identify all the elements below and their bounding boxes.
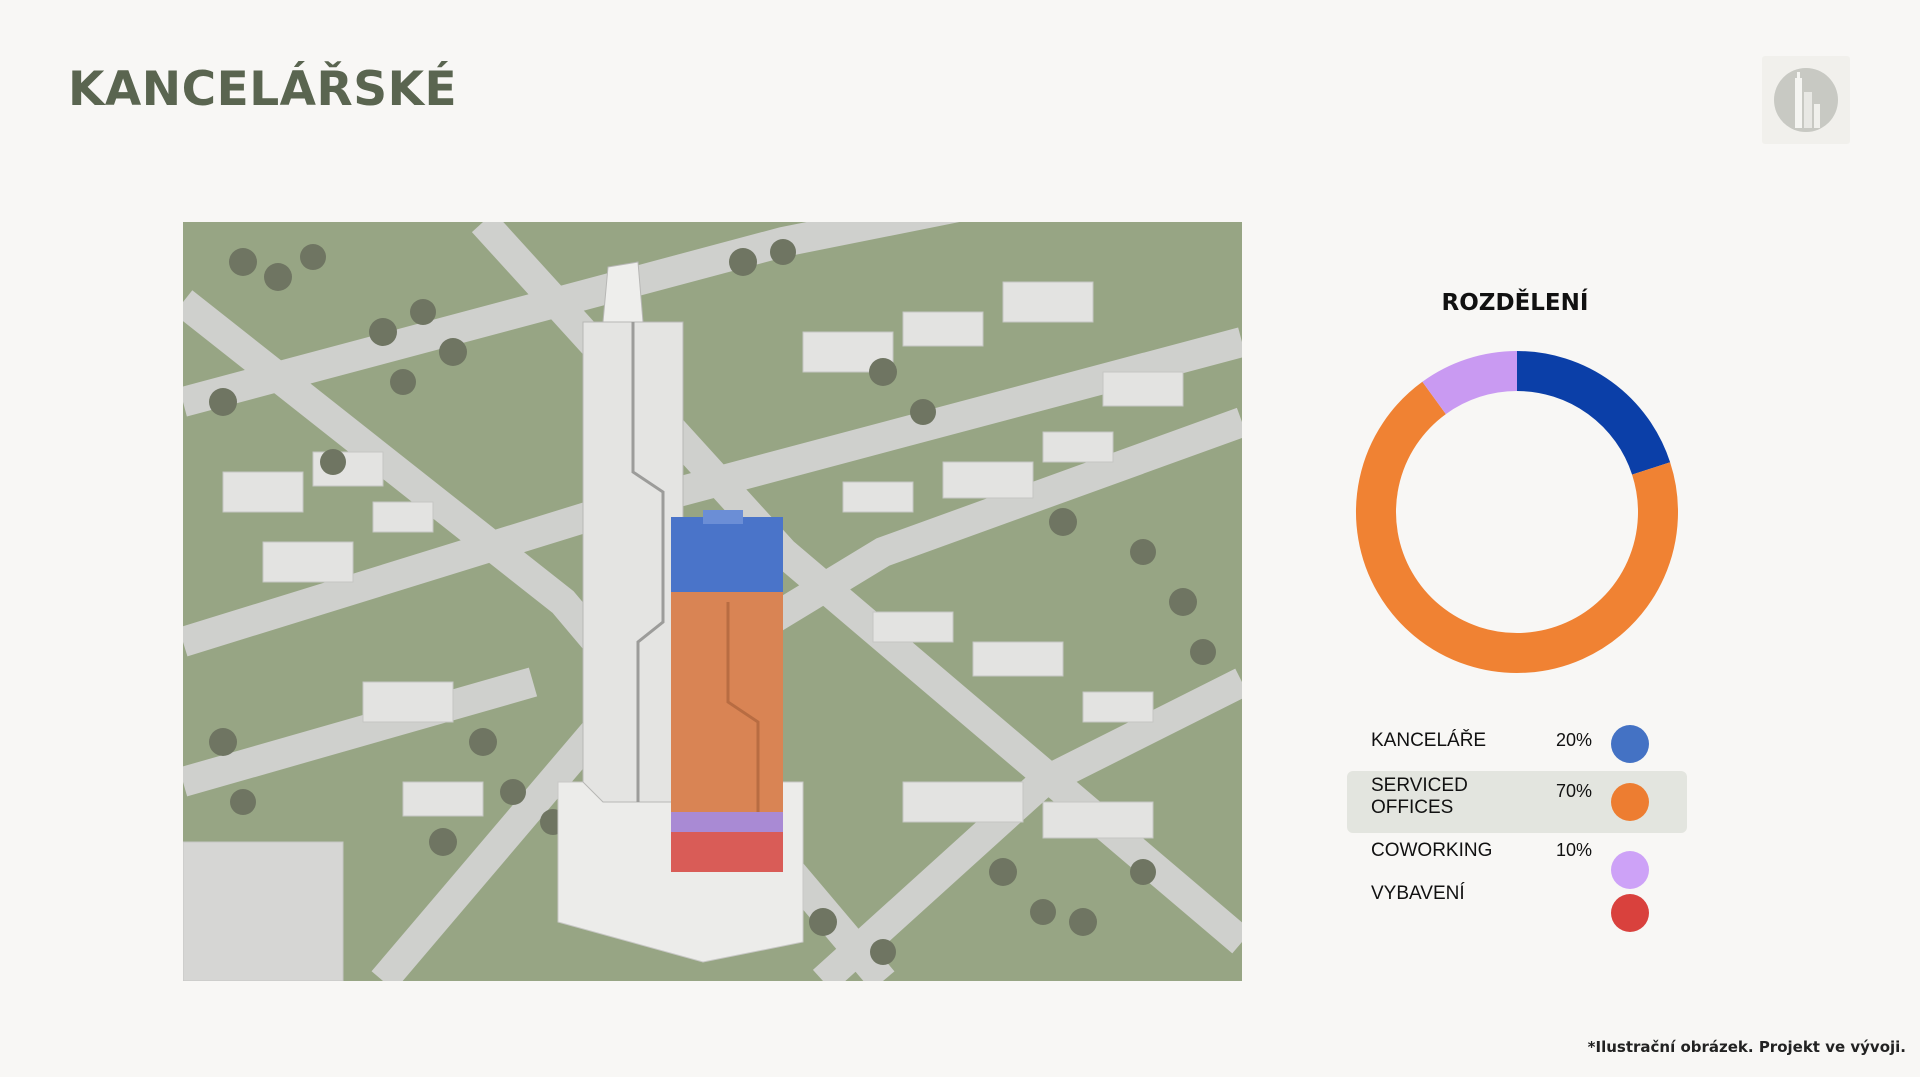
donut-slice-coworking: [1422, 351, 1518, 415]
legend-label: SERVICED OFFICES: [1371, 775, 1468, 818]
legend-color-dot: [1611, 725, 1649, 763]
legend-label: COWORKING: [1371, 840, 1493, 861]
donut-slice-kancel-e: [1516, 351, 1671, 476]
tower-logo: [1762, 56, 1850, 144]
donut-title: ROZDĚLENÍ: [1441, 290, 1589, 316]
distribution-donut-chart: [1356, 351, 1678, 673]
footnote: *Ilustrační obrázek. Projekt ve vývoji.: [1587, 1038, 1906, 1056]
legend-percent: 20%: [1556, 730, 1593, 750]
building-render-image: [183, 222, 1242, 981]
legend-row: VYBAVENÍ: [1347, 875, 1687, 937]
page-title: KANCELÁŘSKÉ: [68, 62, 458, 117]
legend-color-dot: [1611, 783, 1649, 821]
legend-percent: 70%: [1556, 781, 1593, 801]
legend-percent: 10%: [1556, 840, 1593, 860]
legend-label: KANCELÁŘE: [1371, 730, 1487, 751]
legend-row: SERVICED OFFICES 70%: [1347, 771, 1687, 833]
legend-label: VYBAVENÍ: [1371, 883, 1465, 904]
legend-color-dot: [1611, 894, 1649, 932]
